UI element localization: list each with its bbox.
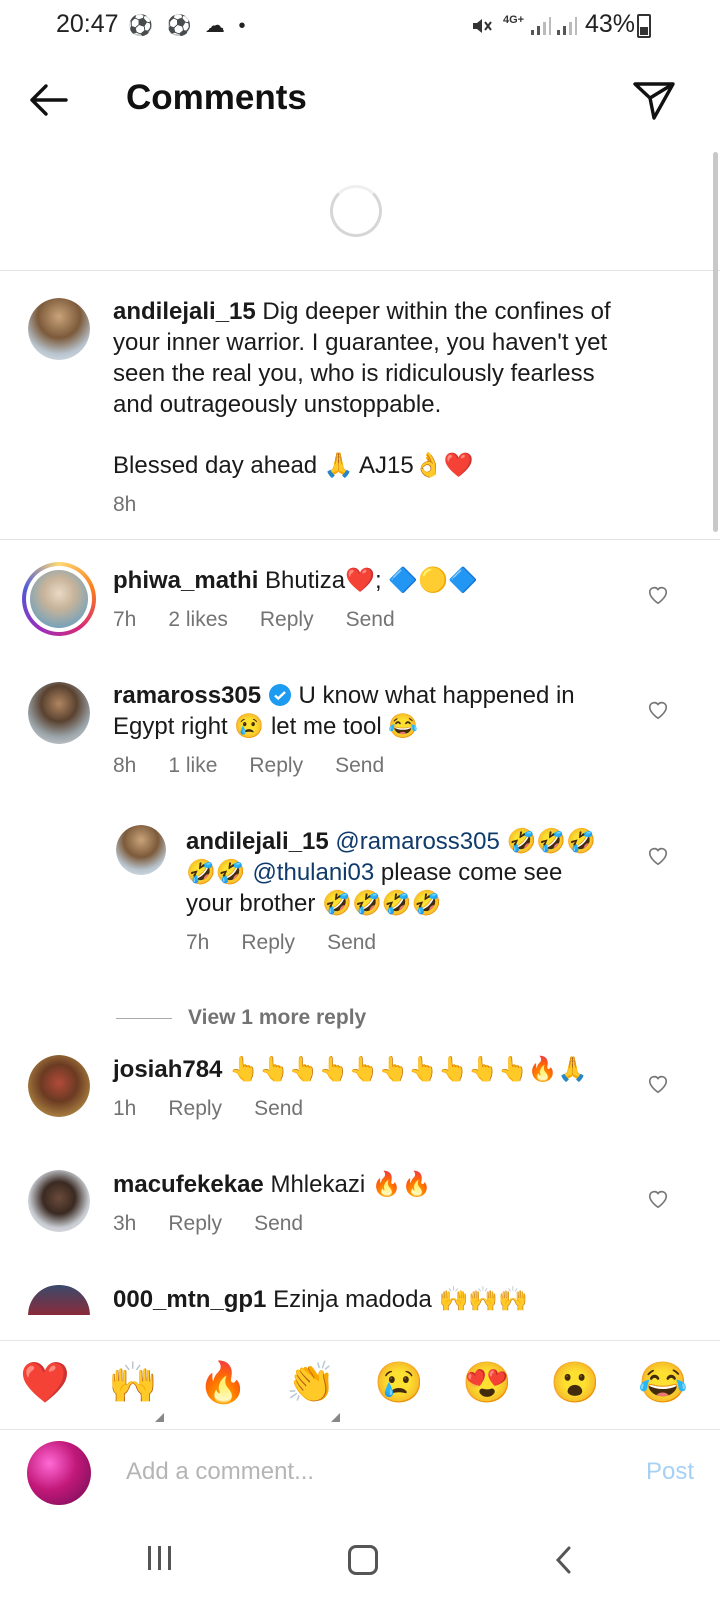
- caption-line-2: your inner warrior. I guarantee, you hav…: [113, 329, 608, 356]
- avatar[interactable]: [28, 1170, 90, 1232]
- send-button[interactable]: Send: [254, 1212, 303, 1235]
- like-heart-icon[interactable]: [647, 1073, 669, 1095]
- comment-time: 1h: [113, 1097, 137, 1120]
- divider: [0, 539, 720, 540]
- send-button[interactable]: Send: [335, 754, 384, 777]
- post-button[interactable]: Post: [646, 1458, 694, 1486]
- network-type: 4G+: [503, 14, 525, 26]
- skin-tone-indicator: [331, 1413, 340, 1422]
- signal-icon-2: [557, 17, 577, 35]
- comment-text: ramaross305 U know what happened in: [113, 682, 575, 709]
- status-bar: 20:47 ⚽ ⚽ ☁ • 4G+ 43%: [0, 0, 720, 52]
- likes-count[interactable]: 1 like: [168, 754, 217, 777]
- share-send-icon[interactable]: [632, 78, 676, 122]
- page-title: Comments: [126, 78, 307, 117]
- like-heart-icon[interactable]: [647, 699, 669, 721]
- avatar[interactable]: [28, 298, 90, 360]
- comment-time: 8h: [113, 754, 137, 777]
- likes-count[interactable]: 2 likes: [168, 608, 228, 631]
- verified-badge-icon: [268, 684, 291, 706]
- reply-button[interactable]: Reply: [168, 1097, 222, 1120]
- loading-spinner: [330, 185, 382, 237]
- battery-percent: 43%: [585, 10, 636, 38]
- reply-button[interactable]: Reply: [260, 608, 314, 631]
- send-button[interactable]: Send: [346, 608, 395, 631]
- comment-meta: 7h 2 likes Reply Send: [113, 608, 427, 632]
- emoji-laughing[interactable]: 😂: [638, 1357, 688, 1409]
- current-user-avatar: [27, 1441, 91, 1505]
- emoji-crying[interactable]: 😢: [374, 1357, 424, 1409]
- caption-line-4: and outrageously unstoppable.: [113, 391, 442, 418]
- recent-apps-icon[interactable]: [148, 1546, 174, 1570]
- reply-button[interactable]: Reply: [241, 931, 295, 954]
- reply-username[interactable]: andilejali_15: [186, 828, 329, 855]
- comment-username[interactable]: phiwa_mathi: [113, 567, 258, 594]
- avatar[interactable]: [28, 1055, 90, 1117]
- system-back-icon[interactable]: [552, 1546, 576, 1574]
- comment-username[interactable]: 000_mtn_gp1: [113, 1286, 266, 1313]
- send-button[interactable]: Send: [327, 931, 376, 954]
- reply-button[interactable]: Reply: [249, 754, 303, 777]
- battery-icon: [637, 14, 651, 38]
- comment-meta: 8h 1 like Reply Send: [113, 754, 416, 778]
- emoji-heart-eyes[interactable]: 😍: [462, 1357, 512, 1409]
- skin-tone-indicator: [155, 1413, 164, 1422]
- avatar[interactable]: [116, 825, 166, 875]
- caption-time: 8h: [113, 493, 137, 516]
- comment-meta: 3h Reply Send: [113, 1212, 335, 1236]
- system-nav-bar: [0, 1520, 720, 1600]
- comment-time: 3h: [113, 1212, 137, 1235]
- comment-username[interactable]: josiah784: [113, 1056, 222, 1083]
- avatar[interactable]: [28, 682, 90, 744]
- scrollbar[interactable]: [713, 152, 718, 532]
- emoji-heart[interactable]: ❤️: [20, 1357, 70, 1409]
- mention-link[interactable]: @ramaross305: [335, 828, 499, 855]
- signal-icon: [531, 17, 551, 35]
- mute-icon: [473, 19, 492, 33]
- mention-link[interactable]: @thulani03: [252, 859, 374, 886]
- caption-username[interactable]: andilejali_15: [113, 298, 256, 325]
- reply-button[interactable]: Reply: [168, 1212, 222, 1235]
- avatar-story-ring[interactable]: [22, 562, 96, 636]
- comment-time: 7h: [113, 608, 137, 631]
- like-heart-icon[interactable]: [647, 1188, 669, 1210]
- comment-text: 000_mtn_gp1 Ezinja madoda 🙌🙌🙌: [113, 1286, 529, 1313]
- header: Comments: [0, 52, 720, 148]
- comment-text-line-2: Egypt right 😢 let me tool 😂: [113, 713, 419, 740]
- comment-username[interactable]: macufekekae: [113, 1171, 264, 1198]
- divider: [0, 270, 720, 271]
- send-button[interactable]: Send: [254, 1097, 303, 1120]
- avatar[interactable]: [28, 1285, 90, 1315]
- view-more-replies[interactable]: View 1 more reply: [188, 1006, 366, 1030]
- home-icon[interactable]: [348, 1545, 378, 1575]
- reply-text: andilejali_15 @ramaross305 🤣🤣🤣: [186, 828, 597, 855]
- caption-blessing: Blessed day ahead 🙏 AJ15👌❤️: [113, 452, 474, 479]
- emoji-surprised[interactable]: 😮: [550, 1357, 600, 1409]
- caption-line-1: andilejali_15 Dig deeper within the conf…: [113, 298, 611, 325]
- comment-text: phiwa_mathi Bhutiza❤️; 🔷🟡🔷: [113, 567, 478, 594]
- emoji-clapping[interactable]: 👏: [286, 1357, 336, 1409]
- comment-meta: 1h Reply Send: [113, 1097, 335, 1121]
- status-time: 20:47: [56, 10, 119, 38]
- emoji-raised-hands[interactable]: 🙌: [108, 1357, 158, 1409]
- caption-line-3: seen the real you, who is ridiculously f…: [113, 360, 595, 387]
- reply-text-line-3: your brother 🤣🤣🤣🤣: [186, 890, 442, 917]
- notification-icons: ⚽ ⚽ ☁ •: [128, 15, 250, 37]
- comment-input[interactable]: Add a comment...: [126, 1458, 314, 1486]
- view-replies-line: [116, 1018, 172, 1019]
- comment-username[interactable]: ramaross305: [113, 682, 261, 709]
- comment-text: macufekekae Mhlekazi 🔥🔥: [113, 1171, 432, 1198]
- emoji-quick-bar: ❤️ 🙌 🔥 👏 😢 😍 😮 😂: [0, 1340, 720, 1430]
- reply-text-line-2: 🤣🤣 @thulani03 please come see: [186, 859, 563, 886]
- reply-time: 7h: [186, 931, 210, 954]
- like-heart-icon[interactable]: [647, 845, 669, 867]
- comment-text: josiah784 👆👆👆👆👆👆👆👆👆👆🔥🙏: [113, 1056, 588, 1083]
- emoji-fire[interactable]: 🔥: [198, 1357, 248, 1409]
- back-arrow-icon[interactable]: [26, 80, 70, 120]
- reply-meta: 7h Reply Send: [186, 931, 408, 955]
- like-heart-icon[interactable]: [647, 584, 669, 606]
